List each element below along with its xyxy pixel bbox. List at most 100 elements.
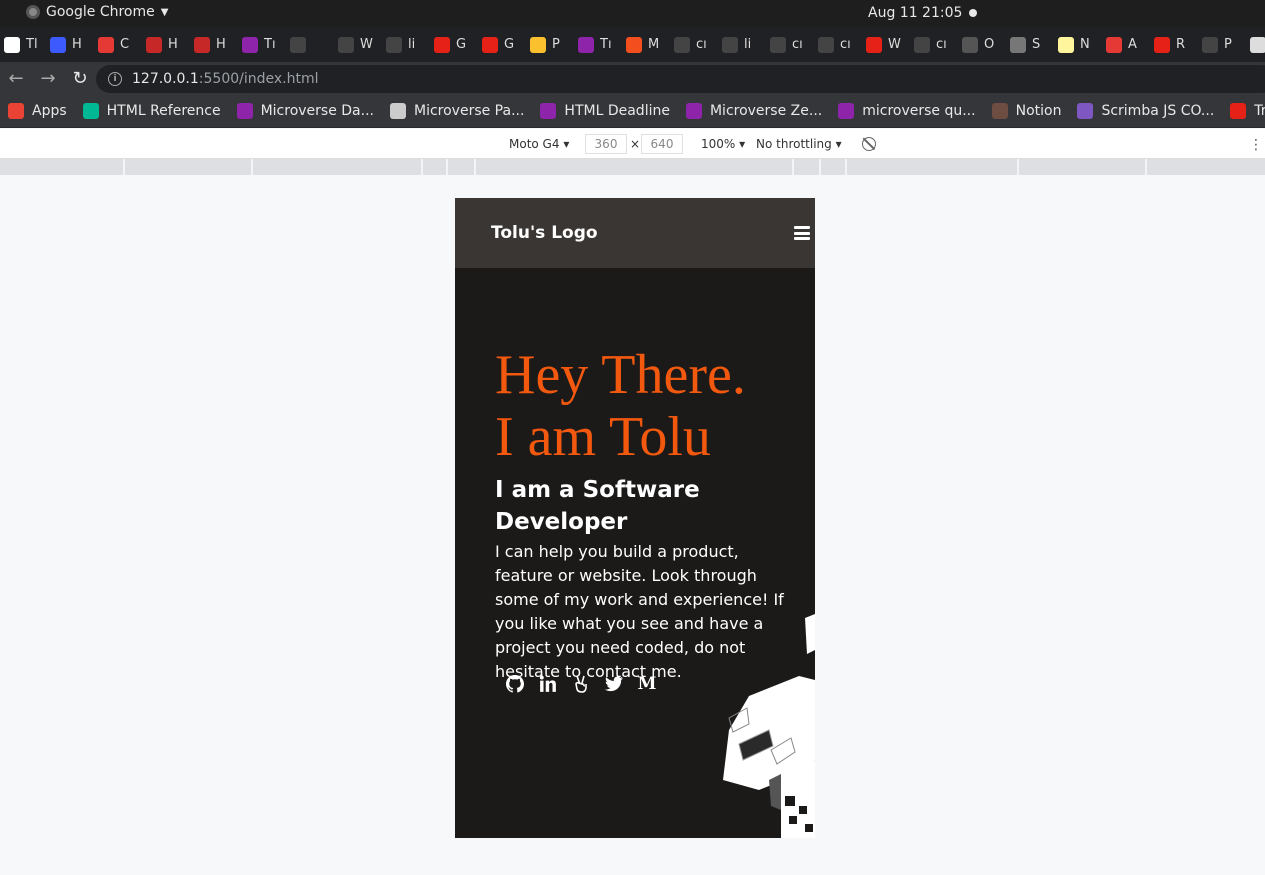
os-app-menu[interactable]: Google Chrome ▼ (26, 4, 168, 20)
tab-label: S (1032, 37, 1041, 52)
github-icon[interactable] (505, 674, 525, 694)
forward-icon[interactable]: → (32, 63, 64, 95)
tab-favicon-icon (1202, 36, 1218, 53)
browser-tab[interactable]: W (862, 27, 910, 62)
bookmark-item[interactable]: Apps (0, 103, 75, 119)
tab-favicon-icon (1154, 36, 1170, 53)
hamburger-menu-icon[interactable] (794, 225, 810, 241)
browser-tab[interactable]: cı (766, 27, 814, 62)
browser-tab[interactable] (286, 27, 334, 62)
tab-favicon-icon (1058, 36, 1074, 53)
twitter-icon[interactable] (604, 674, 624, 694)
tab-label: H (168, 37, 178, 52)
tab-label: N (1080, 37, 1090, 52)
bookmark-item[interactable]: Microverse Pa... (382, 103, 532, 119)
bookmark-item[interactable]: HTML Reference (75, 103, 229, 119)
bookmark-item[interactable]: Microverse Da... (229, 103, 382, 119)
tab-label: li (744, 37, 752, 52)
bookmark-item[interactable]: HTML Deadline (532, 103, 678, 119)
tab-favicon-icon (818, 36, 834, 53)
browser-tab[interactable]: H (190, 27, 238, 62)
browser-tab[interactable]: H (46, 27, 94, 62)
tab-strip: TlHCHHTıWliGGPTıMcılicıcıWcıOSNARPD (0, 27, 1265, 62)
bookmark-item[interactable]: Trac (1222, 103, 1265, 119)
tab-label: P (552, 37, 560, 52)
browser-tab[interactable]: H (142, 27, 190, 62)
browser-tab[interactable]: li (382, 27, 430, 62)
device-select[interactable]: Moto G4 ▾ (509, 137, 569, 151)
bookmark-label: Scrimba JS CO... (1101, 103, 1215, 119)
site-info-icon[interactable]: i (108, 72, 122, 86)
tab-label: R (1176, 37, 1186, 52)
bookmark-item[interactable]: Microverse Ze... (678, 103, 830, 119)
tab-label: cı (936, 37, 947, 52)
media-query-ruler[interactable] (0, 159, 1265, 175)
social-links: M (505, 674, 657, 694)
browser-tab[interactable]: C (94, 27, 142, 62)
tab-favicon-icon (50, 36, 66, 53)
browser-tab[interactable]: D (1246, 27, 1265, 62)
browser-tab[interactable]: R (1150, 27, 1198, 62)
browser-tab[interactable]: P (1198, 27, 1246, 62)
tab-label: W (360, 37, 373, 52)
linkedin-icon[interactable] (538, 674, 558, 694)
chrome-icon (26, 5, 40, 19)
decorative-graphic (723, 614, 815, 838)
bookmark-favicon-icon (1230, 103, 1247, 119)
tab-favicon-icon (146, 36, 162, 53)
more-options-icon[interactable]: ⋮ (1249, 137, 1263, 153)
site-logo[interactable]: Tolu's Logo (491, 223, 598, 243)
browser-tab[interactable]: W (334, 27, 382, 62)
browser-tab[interactable]: cı (910, 27, 958, 62)
bookmark-item[interactable]: microverse qu... (830, 103, 983, 119)
browser-tab[interactable]: cı (814, 27, 862, 62)
tab-label: li (408, 37, 416, 52)
browser-tab[interactable]: li (718, 27, 766, 62)
browser-tab[interactable]: Tl (0, 27, 46, 62)
angellist-icon[interactable] (571, 674, 591, 694)
browser-tab[interactable]: G (430, 27, 478, 62)
browser-tab[interactable]: Tı (238, 27, 286, 62)
medium-icon[interactable]: M (637, 674, 657, 694)
caret-down-icon: ▾ (563, 137, 570, 151)
width-input[interactable]: 360 (585, 134, 627, 154)
browser-tab[interactable]: N (1054, 27, 1102, 62)
browser-tab[interactable]: P (526, 27, 574, 62)
tab-favicon-icon (434, 36, 450, 53)
browser-tab[interactable]: Tı (574, 27, 622, 62)
browser-tab[interactable]: S (1006, 27, 1054, 62)
bookmark-favicon-icon (389, 103, 406, 119)
bookmark-favicon-icon (838, 103, 855, 119)
hero-subtitle-line1: I am a Software (495, 477, 700, 503)
browser-tab[interactable]: O (958, 27, 1006, 62)
hero-title-line1: Hey There. (495, 344, 746, 406)
bookmark-favicon-icon (540, 103, 557, 119)
bookmark-label: Microverse Pa... (413, 103, 525, 119)
tab-favicon-icon (770, 36, 786, 53)
throttle-label: No throttling (756, 137, 832, 151)
bookmark-item[interactable]: Scrimba JS CO... (1069, 103, 1222, 119)
tab-label: M (648, 37, 660, 52)
height-input[interactable]: 640 (641, 134, 683, 154)
address-bar[interactable]: i 127.0.0.1:5500/index.html (96, 65, 1265, 93)
tab-favicon-icon (1010, 36, 1026, 53)
reload-icon[interactable]: ↻ (64, 63, 96, 95)
browser-tab[interactable]: M (622, 27, 670, 62)
browser-tab[interactable]: G (478, 27, 526, 62)
caret-down-icon: ▼ (160, 6, 169, 18)
throttle-select[interactable]: No throttling ▾ (756, 137, 842, 151)
tab-label: cı (840, 37, 851, 52)
browser-tab[interactable]: A (1102, 27, 1150, 62)
tab-favicon-icon (290, 36, 306, 53)
tab-favicon-icon (4, 36, 20, 53)
tab-favicon-icon (866, 36, 882, 53)
rotate-icon[interactable] (862, 137, 876, 151)
bookmark-item[interactable]: Notion (984, 103, 1070, 119)
zoom-select[interactable]: 100% ▾ (701, 137, 745, 151)
os-clock[interactable]: Aug 11 21:05 (868, 5, 962, 21)
tab-favicon-icon (386, 36, 402, 53)
browser-tab[interactable]: cı (670, 27, 718, 62)
tab-favicon-icon (962, 36, 978, 53)
back-icon[interactable]: ← (0, 63, 32, 95)
tab-favicon-icon (194, 36, 210, 53)
